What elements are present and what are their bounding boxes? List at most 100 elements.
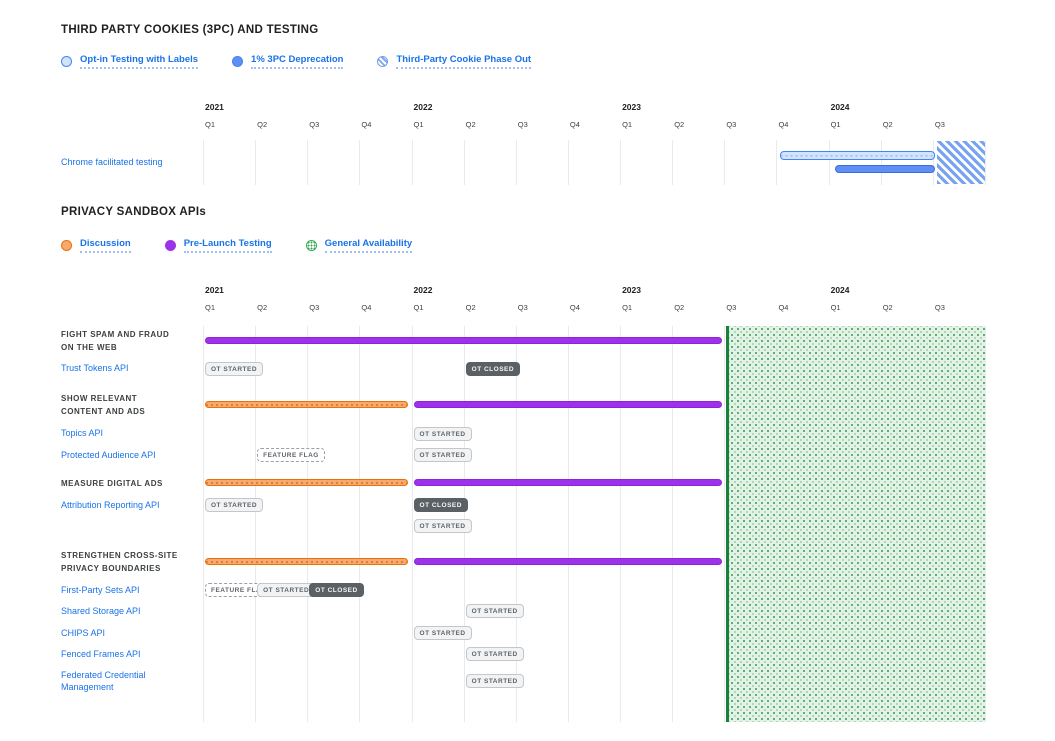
group-header-show-relevant-content-and-ads: SHOW RELEVANTCONTENT AND ADS [61, 392, 145, 418]
threepc-year-2023: 2023 [622, 102, 641, 112]
row-label-shared-storage-api[interactable]: Shared Storage API [61, 606, 141, 618]
apis-quarter-2022-q3: Q3 [518, 303, 528, 312]
apis-gridline-7 [568, 326, 569, 722]
badge-ot-started: OT STARTED [205, 362, 263, 376]
apis-quarter-2023-q4: Q4 [778, 303, 788, 312]
threepc-legend-label-optin: Opt-in Testing with Labels [80, 54, 198, 69]
threepc-quarter-2024-q3: Q3 [935, 120, 945, 129]
apis-quarter-2022-q1: Q1 [414, 303, 424, 312]
row-label-fenced-frames-api[interactable]: Fenced Frames API [61, 649, 141, 661]
threepc-legend-label-phaseout: Third-Party Cookie Phase Out [396, 54, 531, 69]
threepc-gridline-4 [412, 140, 413, 185]
threepc-gridline-6 [516, 140, 517, 185]
apis-year-2022: 2022 [414, 285, 433, 295]
threepc-gridline-13 [881, 140, 882, 185]
threepc-quarter-2024-q2: Q2 [883, 120, 893, 129]
row-label-trust-tokens-api[interactable]: Trust Tokens API [61, 363, 129, 375]
ga-phase-icon [306, 240, 317, 251]
badge-ot-closed: OT CLOSED [309, 583, 363, 597]
threepc-year-2024: 2024 [831, 102, 850, 112]
threepc-gridline-15 [985, 140, 986, 185]
badge-ot-started: OT STARTED [414, 519, 472, 533]
privacy-sandbox-timeline-page: THIRD PARTY COOKIES (3PC) AND TESTING Op… [0, 0, 1055, 741]
row-label-protected-audience-api[interactable]: Protected Audience API [61, 450, 156, 462]
badge-ot-started: OT STARTED [414, 448, 472, 462]
row-label-attribution-reporting-api[interactable]: Attribution Reporting API [61, 500, 160, 512]
deprecation-phase-icon [232, 56, 243, 67]
threepc-legend-item-phaseout[interactable]: Third-Party Cookie Phase Out [377, 54, 531, 69]
threepc-gridline-3 [359, 140, 360, 185]
bar-prelaunch-group-2 [414, 479, 723, 486]
threepc-quarter-2022-q4: Q4 [570, 120, 580, 129]
apis-quarter-2024-q3: Q3 [935, 303, 945, 312]
threepc-gridline-10 [724, 140, 725, 185]
threepc-quarter-2023-q2: Q2 [674, 120, 684, 129]
threepc-gridline-5 [464, 140, 465, 185]
threepc-gridline-7 [568, 140, 569, 185]
threepc-legend-item-optin[interactable]: Opt-in Testing with Labels [61, 54, 198, 69]
badge-ot-started: OT STARTED [257, 583, 315, 597]
apis-gridline-3 [359, 326, 360, 722]
bar-prelaunch-group-0 [205, 337, 722, 344]
bar-deprecation [835, 165, 935, 173]
threepc-gridline-11 [776, 140, 777, 185]
badge-ot-closed: OT CLOSED [466, 362, 520, 376]
row-label-first-party-sets-api[interactable]: First-Party Sets API [61, 585, 140, 597]
section-3pc-title: THIRD PARTY COOKIES (3PC) AND TESTING [61, 24, 319, 36]
threepc-quarter-2023-q3: Q3 [726, 120, 736, 129]
bar-optin [780, 151, 934, 160]
apis-gridline-6 [516, 326, 517, 722]
optin-phase-icon [61, 56, 72, 67]
threepc-quarter-2021-q2: Q2 [257, 120, 267, 129]
section-apis-title: PRIVACY SANDBOX APIs [61, 206, 206, 218]
apis-quarter-2021-q3: Q3 [309, 303, 319, 312]
apis-legend-item-ga[interactable]: General Availability [306, 238, 412, 253]
apis-quarter-2024-q1: Q1 [831, 303, 841, 312]
bar-prelaunch-group-3 [414, 558, 723, 565]
apis-quarter-2022-q4: Q4 [570, 303, 580, 312]
apis-gridline-8 [620, 326, 621, 722]
row-label-chrome-facilitated-testing[interactable]: Chrome facilitated testing [61, 157, 163, 169]
apis-gridline-0 [203, 326, 204, 722]
badge-ot-started: OT STARTED [414, 427, 472, 441]
threepc-quarter-2021-q3: Q3 [309, 120, 319, 129]
threepc-quarter-2022-q3: Q3 [518, 120, 528, 129]
badge-feature-flag: FEATURE FLAG [257, 448, 325, 462]
threepc-legend-label-deprecation: 1% 3PC Deprecation [251, 54, 343, 69]
phaseout-phase-icon [377, 56, 388, 67]
block-phaseout [937, 141, 985, 184]
threepc-year-2022: 2022 [414, 102, 433, 112]
threepc-quarter-2023-q4: Q4 [778, 120, 788, 129]
apis-legend-label-ga: General Availability [325, 238, 412, 253]
apis-year-2024: 2024 [831, 285, 850, 295]
apis-legend-label-discussion: Discussion [80, 238, 131, 253]
prelaunch-phase-icon [165, 240, 176, 251]
general-availability-region [726, 326, 985, 722]
apis-gridline-4 [412, 326, 413, 722]
apis-legend-item-discussion[interactable]: Discussion [61, 238, 131, 253]
apis-quarter-2021-q4: Q4 [361, 303, 371, 312]
threepc-gridline-2 [307, 140, 308, 185]
row-label-topics-api[interactable]: Topics API [61, 428, 103, 440]
threepc-legend-item-deprecation[interactable]: 1% 3PC Deprecation [232, 54, 343, 69]
apis-legend-item-prelaunch[interactable]: Pre-Launch Testing [165, 238, 272, 253]
threepc-year-2021: 2021 [205, 102, 224, 112]
apis-quarter-2023-q1: Q1 [622, 303, 632, 312]
apis-gridline-1 [255, 326, 256, 722]
apis-legend-label-prelaunch: Pre-Launch Testing [184, 238, 272, 253]
apis-quarter-2021-q1: Q1 [205, 303, 215, 312]
apis-gridline-9 [672, 326, 673, 722]
bar-discussion-group-1 [205, 401, 408, 408]
threepc-quarter-2022-q1: Q1 [414, 120, 424, 129]
apis-quarter-2023-q2: Q2 [674, 303, 684, 312]
row-label-federated-credential-management[interactable]: Federated Credential Management [61, 670, 193, 693]
row-label-chips-api[interactable]: CHIPS API [61, 628, 105, 640]
apis-gridline-10 [724, 326, 725, 722]
threepc-gridline-8 [620, 140, 621, 185]
apis-gridline-2 [307, 326, 308, 722]
group-header-measure-digital-ads: MEASURE DIGITAL ADS [61, 477, 163, 490]
bar-discussion-group-2 [205, 479, 408, 486]
bar-prelaunch-group-1 [414, 401, 723, 408]
badge-ot-closed: OT CLOSED [414, 498, 468, 512]
apis-quarter-2022-q2: Q2 [466, 303, 476, 312]
